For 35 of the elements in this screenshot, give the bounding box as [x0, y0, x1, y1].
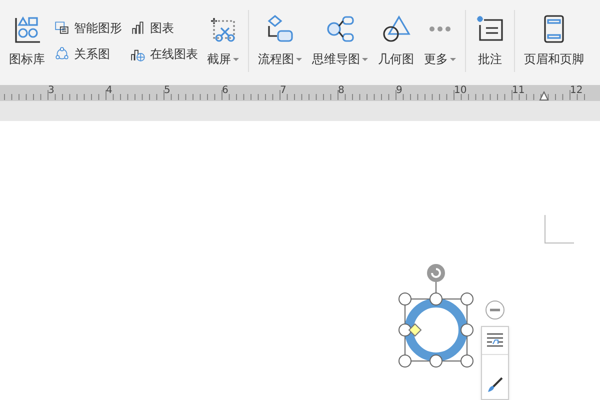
page-corner-mark: [544, 215, 574, 245]
toolbar-button[interactable]: 图标库: [4, 14, 50, 68]
more-dots-icon: [429, 26, 451, 32]
ruler-number: 4: [106, 86, 112, 96]
text-wrap-icon: [486, 332, 504, 350]
toolbar-button[interactable]: 图表: [130, 18, 198, 38]
ruler-number: 12: [570, 86, 583, 96]
ruler-number: 9: [396, 86, 402, 96]
collapse-minus-icon[interactable]: [485, 300, 505, 320]
comment-note-icon: [475, 14, 505, 44]
ruler-number: 10: [454, 86, 467, 96]
toolbar-button[interactable]: 页眉和页脚: [519, 14, 589, 68]
toolbar-button[interactable]: 批注: [470, 14, 510, 68]
toolbar-button[interactable]: 思维导图: [307, 14, 373, 68]
toolbar-button[interactable]: 截屏: [202, 14, 244, 68]
toolbar-button[interactable]: 智能图形: [54, 18, 122, 38]
toolbar-button[interactable]: 几何图: [373, 14, 419, 68]
ruler-number: 6: [222, 86, 228, 96]
smart-graphic-icon: [54, 20, 70, 36]
toolbar-button[interactable]: 更多: [419, 14, 461, 68]
toolbar-button[interactable]: 关系图: [54, 44, 122, 64]
mind-map-icon: [325, 14, 355, 44]
bar-chart-icon: [130, 20, 146, 36]
ruler-number: 8: [338, 86, 344, 96]
icon-grid-icon: [12, 14, 42, 44]
ruler-number: 11: [512, 86, 525, 96]
ruler-number: 5: [164, 86, 170, 96]
ruler-number: 3: [48, 86, 54, 96]
flowchart-icon: [265, 14, 295, 44]
geometry-shapes-icon: [381, 14, 411, 44]
toolbar-button[interactable]: 在线图表: [130, 44, 198, 64]
toolbar-button[interactable]: 流程图: [253, 14, 307, 68]
relation-diagram-icon: [54, 46, 70, 62]
brush-icon: [486, 376, 504, 394]
ruler-number: 7: [280, 86, 286, 96]
